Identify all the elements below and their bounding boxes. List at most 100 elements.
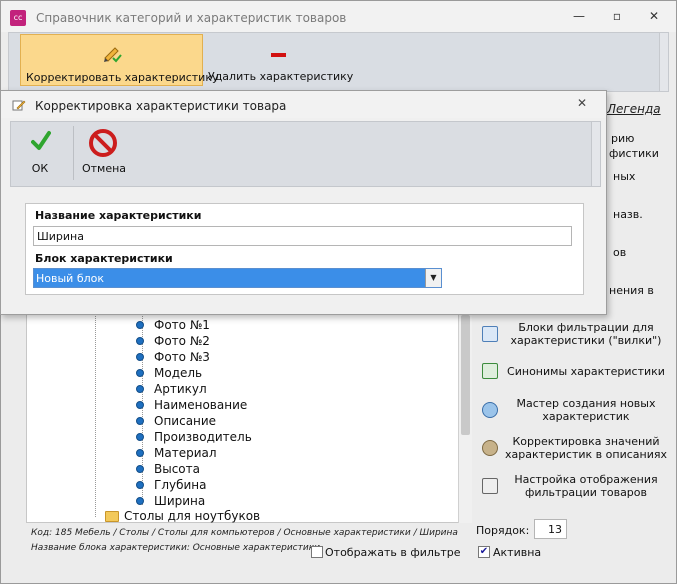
right-panel-fragment: назв. xyxy=(613,208,643,221)
block-select-value: Новый блок xyxy=(36,272,105,285)
filter-blocks-label: Блоки фильтрации для характеристики ("ви… xyxy=(510,321,662,347)
minimize-button[interactable]: — xyxy=(568,7,590,25)
dialog-form: Название характеристики Ширина Блок хара… xyxy=(25,203,584,295)
maximize-button[interactable]: ▫ xyxy=(606,7,628,25)
tree-item-label: Наименование xyxy=(154,398,248,412)
characteristic-bullet-icon xyxy=(136,321,144,329)
checkmark-icon xyxy=(31,131,51,150)
tree-item-label: Фото №2 xyxy=(154,334,210,348)
characteristic-bullet-icon xyxy=(136,497,144,505)
main-window-title: Справочник категорий и характеристик тов… xyxy=(36,11,347,25)
synonyms-link[interactable]: Синонимы характеристики xyxy=(482,363,668,379)
tree-item[interactable]: Артикул xyxy=(136,381,207,397)
show-in-filter-checkbox[interactable] xyxy=(311,546,323,558)
tree-item-label: Глубина xyxy=(154,478,207,492)
ribbon-scroll-button[interactable] xyxy=(659,33,668,91)
tree-item-label: Фото №3 xyxy=(154,350,210,364)
characteristic-bullet-icon xyxy=(136,433,144,441)
tree-connector-line xyxy=(95,309,96,517)
status-code-line: Код: 185 Мебель / Столы / Столы для комп… xyxy=(31,528,458,538)
tree-item-label: Высота xyxy=(154,462,200,476)
pencil-edit-icon xyxy=(104,47,122,63)
tree-item-label: Ширина xyxy=(154,494,206,508)
filter-display-settings-link[interactable]: Настройка отображения фильтрации товаров xyxy=(482,473,668,499)
correct-values-link[interactable]: Корректировка значений характеристик в о… xyxy=(482,435,668,461)
characteristic-bullet-icon xyxy=(136,449,144,457)
table-icon xyxy=(482,326,498,342)
new-characteristics-wizard-label: Мастер создания новых характеристик xyxy=(516,397,656,423)
tree-item-label: Материал xyxy=(154,446,217,460)
tree-item[interactable]: Описание xyxy=(136,413,216,429)
tree-item[interactable]: Высота xyxy=(136,461,200,477)
dialog-toolbar: ОК Отмена xyxy=(10,121,601,187)
characteristic-bullet-icon xyxy=(136,337,144,345)
close-button[interactable]: ✕ xyxy=(643,7,665,25)
edit-characteristic-dialog: Корректировка характеристики товара ✕ ОК… xyxy=(0,90,607,315)
characteristic-bullet-icon xyxy=(136,465,144,473)
tree-item[interactable]: Производитель xyxy=(136,429,252,445)
characteristic-bullet-icon xyxy=(136,401,144,409)
tree-item-label: Модель xyxy=(154,366,203,380)
show-in-filter-label: Отображать в фильтре xyxy=(325,546,461,559)
database-edit-icon xyxy=(482,440,498,456)
folder-icon xyxy=(105,510,119,522)
tree-item[interactable]: Фото №2 xyxy=(136,333,210,349)
active-label: Активна xyxy=(493,546,542,559)
cancel-button[interactable]: Отмена xyxy=(74,126,134,182)
name-input[interactable]: Ширина xyxy=(33,226,572,246)
characteristic-bullet-icon xyxy=(136,385,144,393)
order-input[interactable]: 13 xyxy=(534,519,567,539)
right-panel-fragment: ов xyxy=(613,246,627,259)
characteristic-bullet-icon xyxy=(136,481,144,489)
tree-item[interactable]: Глубина xyxy=(136,477,207,493)
filter-settings-icon xyxy=(482,478,498,494)
edit-characteristic-label: Корректировать характеристику xyxy=(26,71,219,84)
app-icon: cc xyxy=(10,10,26,26)
tree-scrollbar-thumb[interactable] xyxy=(461,315,470,435)
synonyms-label: Синонимы характеристики xyxy=(507,364,665,378)
ribbon-toolbar: Корректировать характеристику Удалить ха… xyxy=(8,32,669,92)
block-select[interactable]: Новый блок ▼ xyxy=(33,268,442,288)
dialog-toolbar-scroll[interactable] xyxy=(591,122,600,186)
delete-characteristic-button[interactable]: Удалить характеристику xyxy=(206,34,353,86)
tree-item-label: Описание xyxy=(154,414,217,428)
tree-item[interactable]: Материал xyxy=(136,445,217,461)
ok-button[interactable]: ОК xyxy=(17,126,63,182)
tree-item[interactable]: Фото №1 xyxy=(136,317,210,333)
dialog-close-button[interactable]: ✕ xyxy=(573,96,591,112)
order-label: Порядок: xyxy=(476,524,530,537)
tree-item-label: Фото №1 xyxy=(154,318,210,332)
tree-item-label: Производитель xyxy=(154,430,252,444)
characteristic-bullet-icon xyxy=(136,417,144,425)
tree-item-label: Артикул xyxy=(154,382,207,396)
tree-item[interactable]: Наименование xyxy=(136,397,247,413)
right-panel-fragment: рию xyxy=(611,132,635,145)
right-panel-fragment: ных xyxy=(613,170,636,183)
tree-folder-item[interactable]: Столы для ноутбуков xyxy=(105,509,260,523)
legend-link[interactable]: Легенда xyxy=(607,102,661,116)
main-title-bar: cc Справочник категорий и характеристик … xyxy=(1,1,676,32)
status-block-line: Название блока характеристики: Основные … xyxy=(31,543,320,553)
pencil-icon xyxy=(12,100,26,111)
hierarchy-icon xyxy=(482,363,498,379)
dialog-title: Корректировка характеристики товара xyxy=(35,99,287,113)
tree-item[interactable]: Модель xyxy=(136,365,202,381)
active-checkbox[interactable]: ✔ xyxy=(478,546,490,558)
database-add-icon xyxy=(482,402,498,418)
cancel-icon xyxy=(89,129,117,157)
tree-item[interactable]: Фото №3 xyxy=(136,349,210,365)
tree-item[interactable]: Ширина xyxy=(136,493,205,509)
edit-characteristic-button[interactable]: Корректировать характеристику xyxy=(20,34,218,86)
minus-icon xyxy=(271,53,286,57)
right-panel-fragment: нения в xyxy=(609,284,654,297)
ok-label: ОК xyxy=(31,162,49,175)
characteristic-bullet-icon xyxy=(136,369,144,377)
new-characteristics-wizard-link[interactable]: Мастер создания новых характеристик xyxy=(482,397,668,423)
correct-values-label: Корректировка значений характеристик в о… xyxy=(505,435,667,461)
delete-characteristic-label: Удалить характеристику xyxy=(208,70,354,83)
right-panel-fragment: фистики xyxy=(609,147,659,160)
chevron-down-icon[interactable]: ▼ xyxy=(425,269,441,287)
characteristic-bullet-icon xyxy=(136,353,144,361)
filter-blocks-link[interactable]: Блоки фильтрации для характеристики ("ви… xyxy=(482,321,668,347)
tree-folder-label: Столы для ноутбуков xyxy=(124,509,261,523)
